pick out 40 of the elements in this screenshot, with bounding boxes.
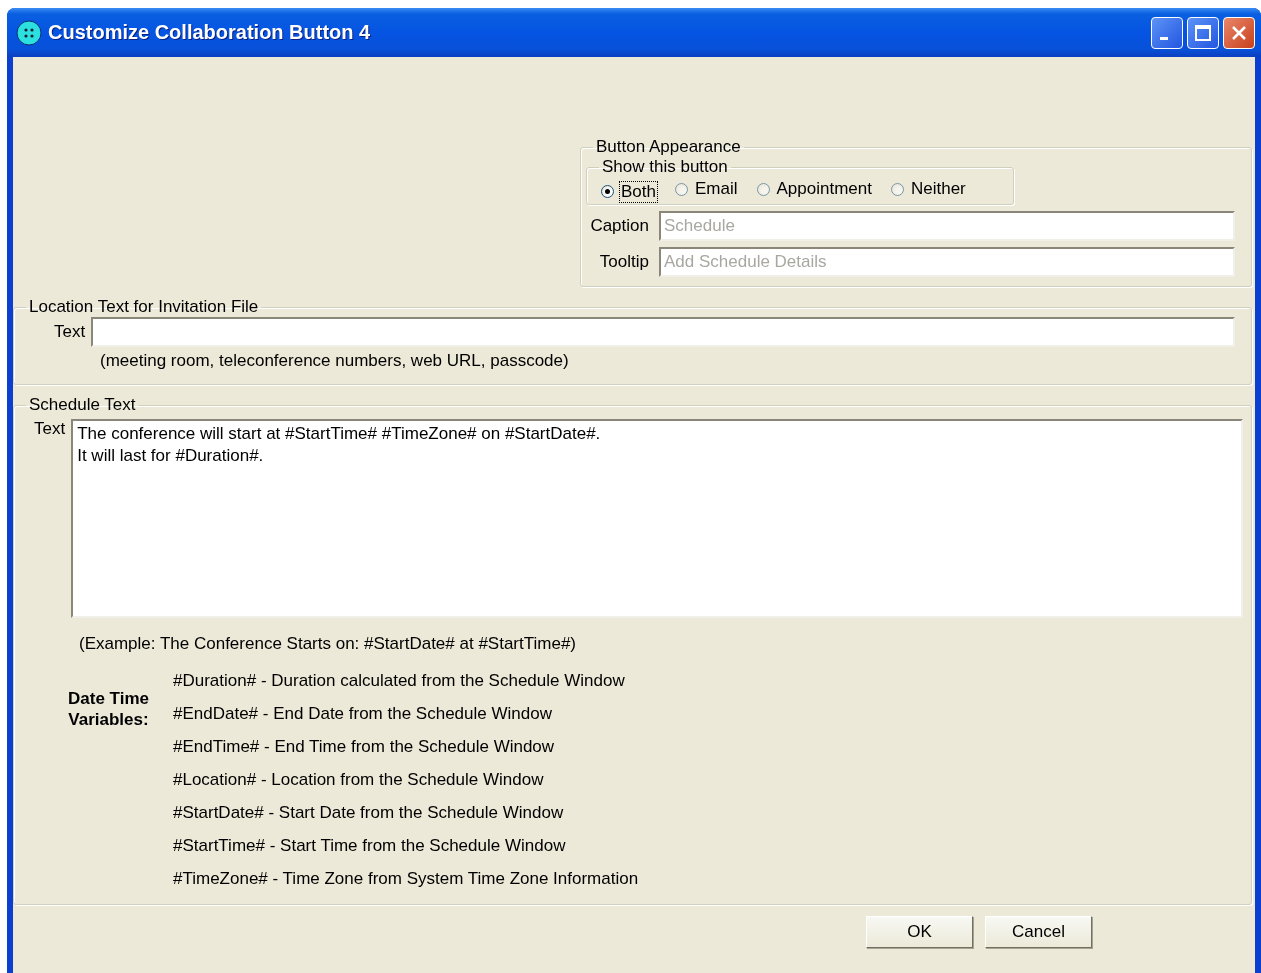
dialog-button[interactable]: OK <box>866 916 973 948</box>
field-label: Text <box>54 322 86 342</box>
radio-button[interactable] <box>890 182 904 196</box>
variable-description: #TimeZone# - Time Zone from System Time Zone Information <box>173 868 639 890</box>
radio-button[interactable] <box>756 182 770 196</box>
radio-button[interactable] <box>601 185 614 198</box>
group-title: Location Text for Invitation File <box>28 297 260 317</box>
radio-option[interactable]: Neither <box>890 179 967 199</box>
variable-description: #EndTime# - End Time from the Schedule Window <box>173 736 556 758</box>
close-button[interactable] <box>1223 16 1255 49</box>
group-title: Button Appearance <box>595 137 742 157</box>
variable-description: #StartTime# - Start Time from the Schedule Window <box>173 835 567 857</box>
maximize-icon <box>1194 23 1212 42</box>
variable-description: #Duration# - Duration calculated from the Schedule Window <box>173 670 626 692</box>
minimize-icon <box>1160 37 1168 40</box>
window-title: Customize Collaboration Button 4 <box>48 21 372 44</box>
variable-description: #StartDate# - Start Date from the Schedule Window <box>173 802 565 824</box>
variables-label: Date Time Variables: <box>67 688 150 731</box>
app-icon <box>16 19 42 46</box>
variable-description: #Location# - Location from the Schedule Window <box>173 769 545 791</box>
group-title: Show this button <box>601 157 729 177</box>
example-text: (Example: The Conference Starts on: #StartDate# at #StartTime#) <box>78 634 577 654</box>
schedule-text-area[interactable]: The conference will start at #StartTime# #TimeZone# on #StartDate#. It will last for #Duration#. <box>71 419 1243 618</box>
minimize-button[interactable] <box>1151 16 1183 49</box>
radio-option[interactable]: Email <box>675 179 739 199</box>
tooltip-field[interactable]: Add Schedule Details <box>659 247 1235 277</box>
field-label: Tooltip <box>598 252 649 272</box>
maximize-button[interactable] <box>1187 16 1219 49</box>
close-icon <box>1230 23 1248 42</box>
dialog-button[interactable]: Cancel <box>985 916 1092 948</box>
caption-field[interactable]: Schedule <box>659 211 1235 241</box>
field-label: Caption <box>589 216 649 236</box>
field-label: Text <box>34 419 66 439</box>
group-title: Schedule Text <box>28 395 137 415</box>
variable-description: #EndDate# - End Date from the Schedule Window <box>173 703 553 725</box>
hint-text: (meeting room, teleconference numbers, web URL, passcode) <box>99 351 570 371</box>
location-field[interactable] <box>91 317 1235 347</box>
radio-option[interactable]: Appointment <box>756 179 873 199</box>
radio-button[interactable] <box>675 182 688 196</box>
radio-option[interactable]: Both <box>601 181 657 202</box>
